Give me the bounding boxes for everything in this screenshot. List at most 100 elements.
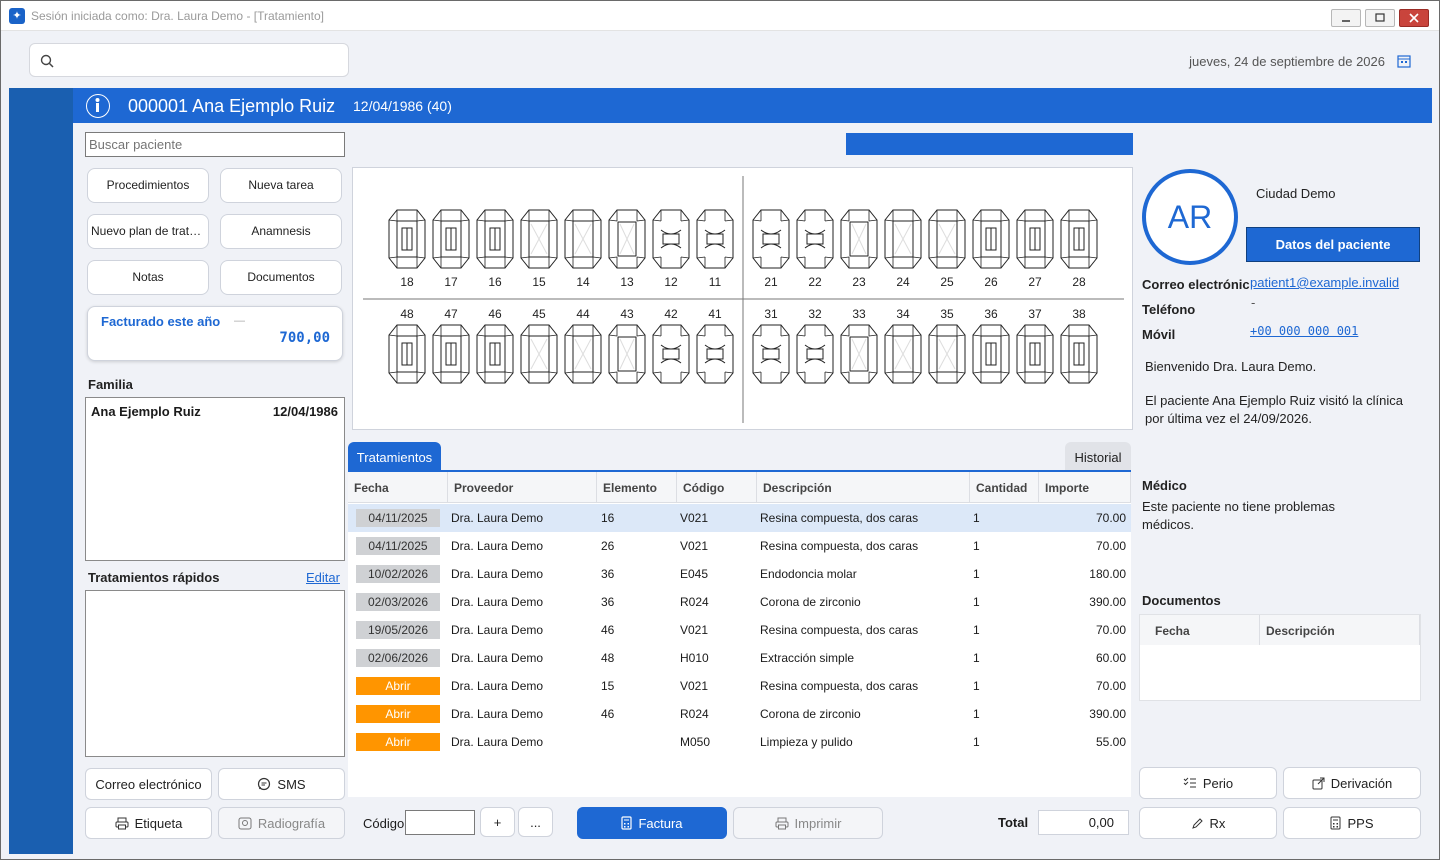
tooth-35[interactable] [927, 323, 967, 385]
tooth-45[interactable] [519, 323, 559, 385]
tooth-number: 27 [1028, 275, 1042, 289]
perio-button[interactable]: Perio [1139, 767, 1277, 799]
tooth-14[interactable] [563, 208, 603, 270]
email-link[interactable]: patient1@example.invalid [1250, 275, 1399, 290]
table-row[interactable]: 02/06/2026 Dra. Laura Demo 48 H010 Extracció… [348, 644, 1131, 672]
tooth-25[interactable] [927, 208, 967, 270]
global-search-input[interactable] [62, 50, 342, 70]
tooth-number: 28 [1072, 275, 1086, 289]
cell-desc: Endodoncia molar [760, 567, 857, 581]
cell-cant: 1 [973, 511, 980, 525]
tooth-32[interactable] [795, 323, 835, 385]
open-date-button[interactable]: Abrir [356, 733, 440, 751]
referral-button[interactable]: Derivación [1283, 767, 1421, 799]
tooth-26[interactable] [971, 208, 1011, 270]
patient-search[interactable] [85, 132, 345, 157]
col-codigo[interactable]: Código [677, 472, 757, 503]
anamnesis-button[interactable]: Anamnesis [220, 214, 342, 249]
sms-button[interactable]: SMS [218, 768, 345, 800]
tooth-33[interactable] [839, 323, 879, 385]
code-input[interactable] [405, 810, 475, 835]
tooth-41[interactable] [695, 323, 735, 385]
documents-button[interactable]: Documentos [220, 260, 342, 295]
tooth-34[interactable] [883, 323, 923, 385]
pps-button[interactable]: PPS [1283, 807, 1421, 839]
tooth-13[interactable] [607, 208, 647, 270]
email-button[interactable]: Correo electrónico [85, 768, 212, 800]
notes-button[interactable]: Notas [87, 260, 209, 295]
more-button[interactable]: ... [518, 807, 553, 837]
table-row[interactable]: Abrir Dra. Laura Demo 15 V021 Resina compues… [348, 672, 1131, 700]
email-label: Correo electrónic [1142, 277, 1250, 292]
table-row[interactable]: Abrir Dra. Laura Demo 46 R024 Corona de zirc… [348, 700, 1131, 728]
docs-col-fecha[interactable]: Fecha [1140, 615, 1260, 645]
maximize-button[interactable] [1365, 9, 1395, 27]
col-proveedor[interactable]: Proveedor [448, 472, 597, 503]
table-row[interactable]: 04/11/2025 Dra. Laura Demo 26 V021 Resina co… [348, 532, 1131, 560]
patient-search-input[interactable] [86, 133, 344, 156]
tab-history[interactable]: Historial [1065, 442, 1131, 472]
cell-cant: 1 [973, 679, 980, 693]
close-button[interactable] [1399, 9, 1429, 27]
tooth-37[interactable] [1015, 323, 1055, 385]
table-row[interactable]: 04/11/2025 Dra. Laura Demo 16 V021 Resina co… [348, 504, 1131, 532]
table-row[interactable]: 19/05/2026 Dra. Laura Demo 46 V021 Resina co… [348, 616, 1131, 644]
new-task-button[interactable]: Nueva tarea [220, 168, 342, 203]
label-button[interactable]: Etiqueta [85, 807, 212, 839]
xray-button[interactable]: Radiografía [218, 807, 345, 839]
tooth-12[interactable] [651, 208, 691, 270]
tooth-11[interactable] [695, 208, 735, 270]
rx-button[interactable]: Rx [1139, 807, 1277, 839]
patient-data-button[interactable]: Datos del paciente [1246, 227, 1420, 262]
tooth-21[interactable] [751, 208, 791, 270]
tooth-38[interactable] [1059, 323, 1099, 385]
tooth-15[interactable] [519, 208, 559, 270]
new-plan-button[interactable]: Nuevo plan de trata... [87, 214, 209, 249]
calendar-icon[interactable] [1397, 54, 1411, 68]
minimize-button[interactable] [1331, 9, 1361, 27]
invoice-button[interactable]: Factura [577, 807, 727, 839]
tooth-47[interactable] [431, 323, 471, 385]
cell-importe: 390.00 [1089, 707, 1126, 721]
table-row[interactable]: 02/03/2026 Dra. Laura Demo 36 R024 Corona de… [348, 588, 1131, 616]
col-importe[interactable]: Importe [1039, 472, 1131, 503]
tooth-23[interactable] [839, 208, 879, 270]
col-elemento[interactable]: Elemento [597, 472, 677, 503]
col-descripcion[interactable]: Descripción [757, 472, 970, 503]
tooth-28[interactable] [1059, 208, 1099, 270]
add-code-button[interactable]: + [480, 807, 515, 837]
table-row[interactable]: Abrir Dra. Laura Demo M050 Limpieza y pulid… [348, 728, 1131, 756]
documents-label: Documentos [1142, 593, 1221, 608]
welcome-text: Bienvenido Dra. Laura Demo. [1145, 359, 1317, 374]
mobile-link[interactable]: +00 000 000 001 [1250, 324, 1358, 338]
family-member-name[interactable]: Ana Ejemplo Ruiz [91, 404, 201, 419]
tooth-43[interactable] [607, 323, 647, 385]
tooth-31[interactable] [751, 323, 791, 385]
open-date-button[interactable]: Abrir [356, 677, 440, 695]
tooth-42[interactable] [651, 323, 691, 385]
docs-col-desc[interactable]: Descripción [1260, 615, 1420, 645]
tooth-24[interactable] [883, 208, 923, 270]
tooth-36[interactable] [971, 323, 1011, 385]
tooth-22[interactable] [795, 208, 835, 270]
tooth-16[interactable] [475, 208, 515, 270]
col-fecha[interactable]: Fecha [348, 472, 448, 503]
print-button[interactable]: Imprimir [733, 807, 883, 839]
tooth-27[interactable] [1015, 208, 1055, 270]
cell-prov: Dra. Laura Demo [451, 511, 544, 525]
billed-label: Facturado este año [101, 314, 221, 329]
procedures-button[interactable]: Procedimientos [87, 168, 209, 203]
quick-edit-link[interactable]: Editar [306, 570, 340, 585]
tooth-18[interactable] [387, 208, 427, 270]
tooth-46[interactable] [475, 323, 515, 385]
table-row[interactable]: 10/02/2026 Dra. Laura Demo 36 E045 Endodonci… [348, 560, 1131, 588]
tooth-48[interactable] [387, 323, 427, 385]
global-search[interactable] [29, 43, 349, 77]
tooth-44[interactable] [563, 323, 603, 385]
tab-treatments[interactable]: Tratamientos [348, 442, 441, 472]
tooth-17[interactable] [431, 208, 471, 270]
tooth-number: 12 [664, 275, 678, 289]
col-cantidad[interactable]: Cantidad [970, 472, 1039, 503]
cell-desc: Corona de zirconio [760, 595, 861, 609]
open-date-button[interactable]: Abrir [356, 705, 440, 723]
